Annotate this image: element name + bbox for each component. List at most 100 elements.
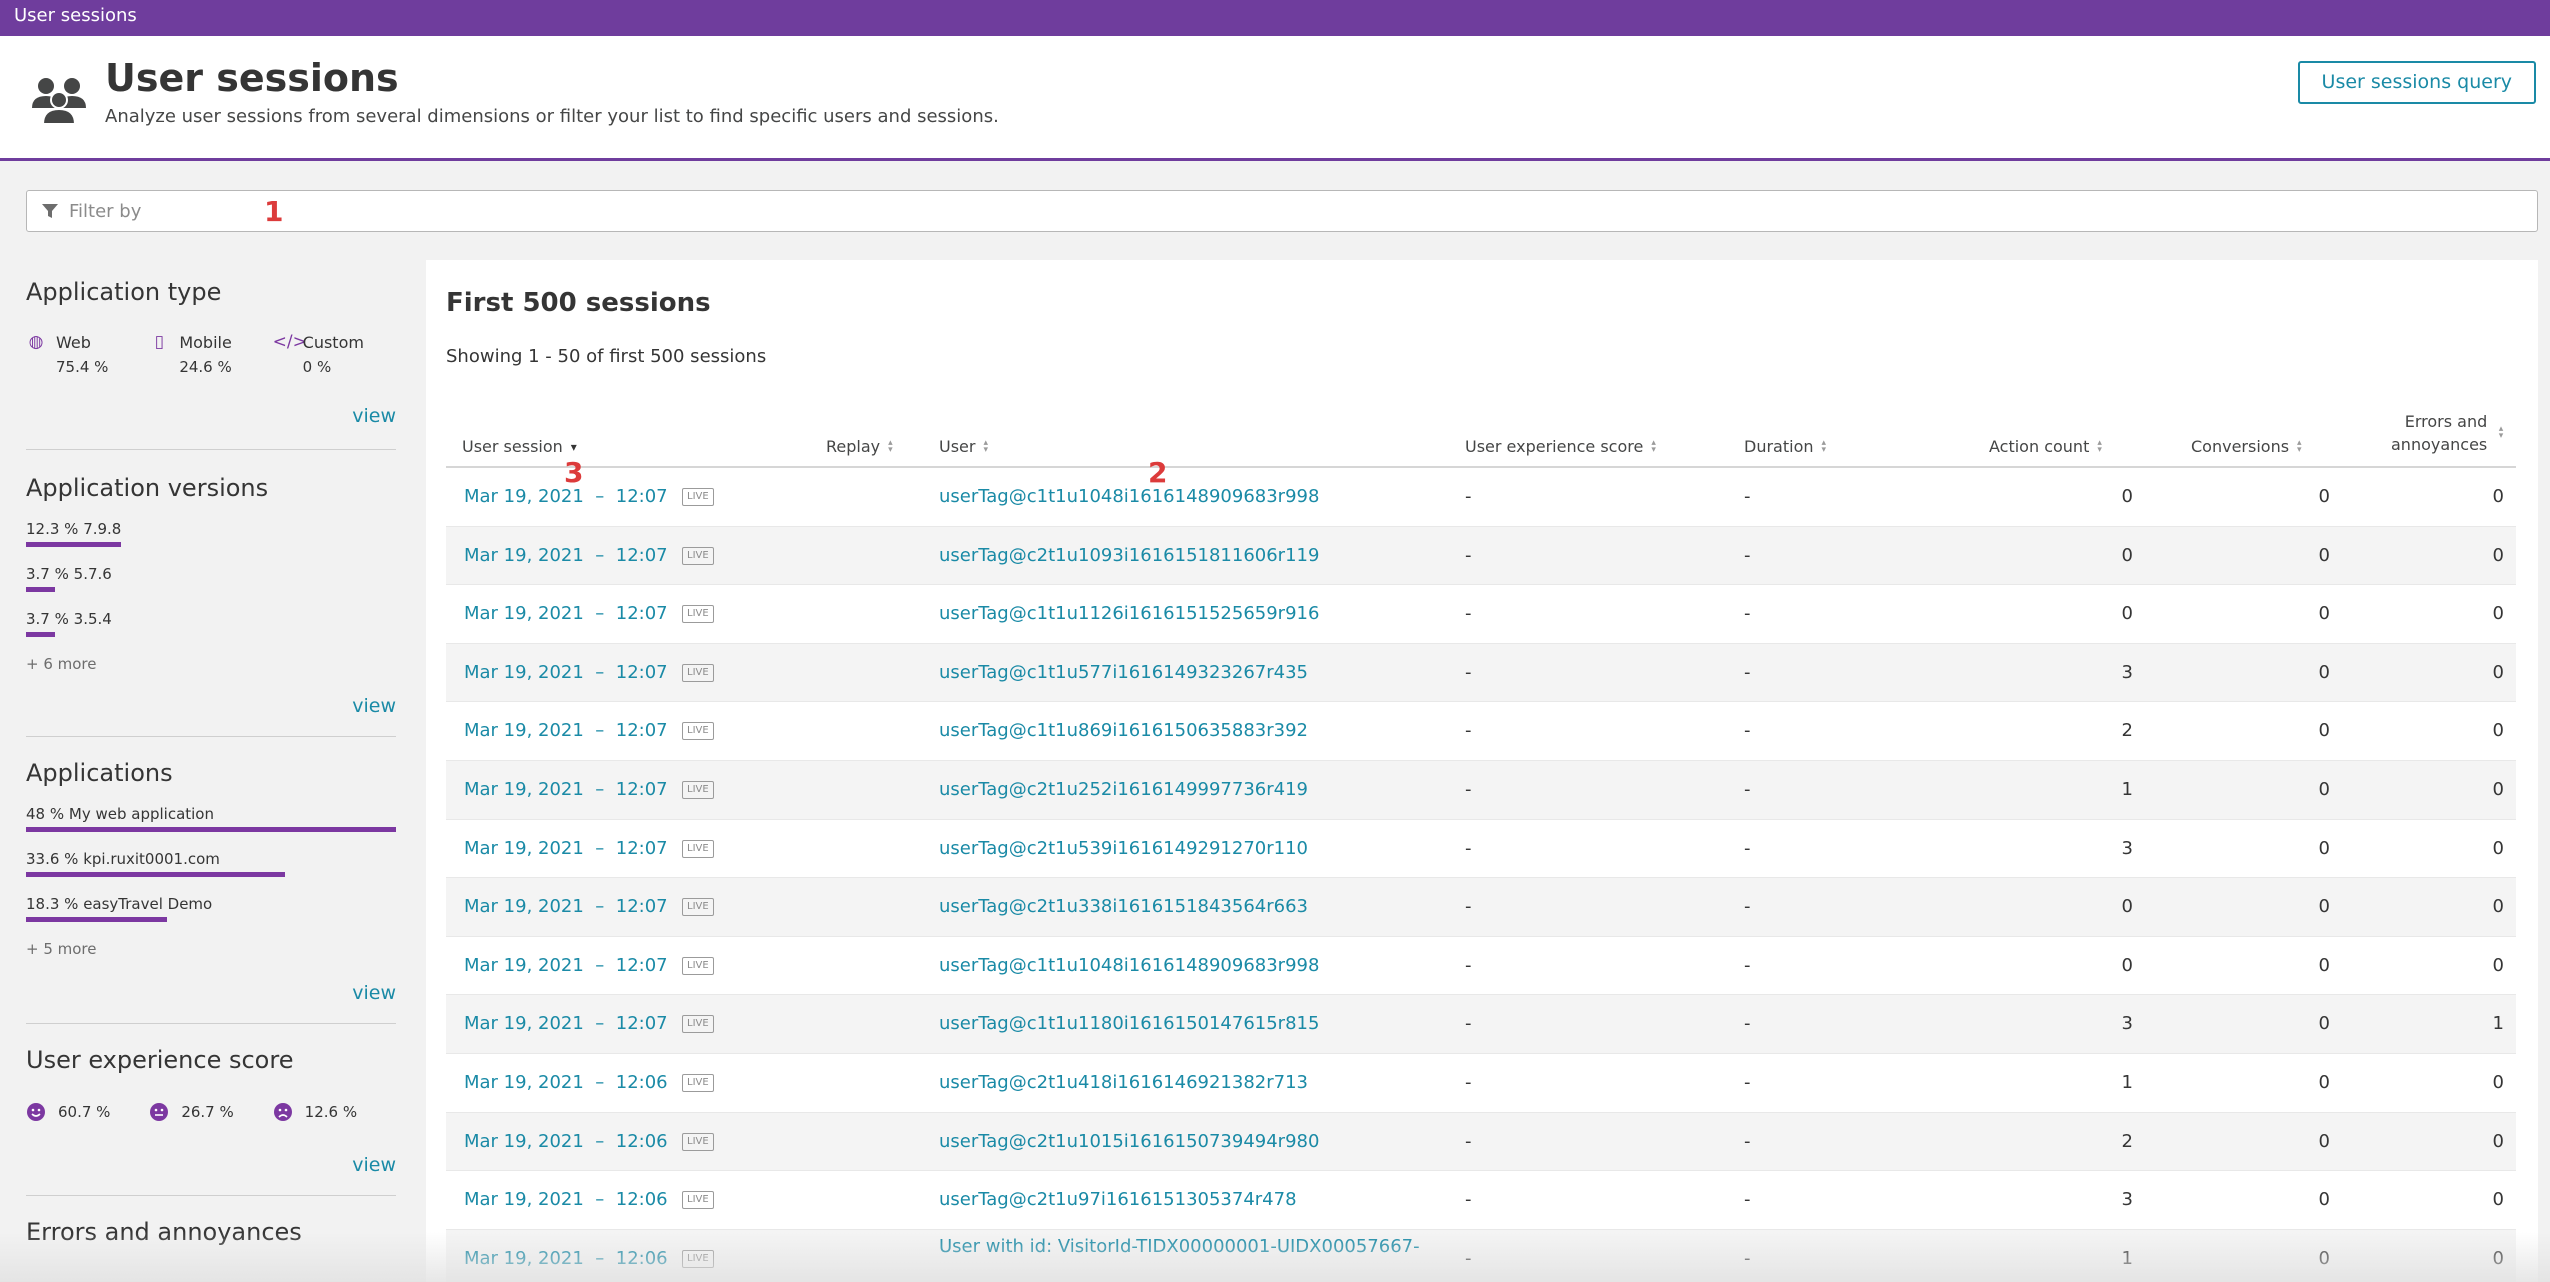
action-count-value: 0 bbox=[2121, 544, 2133, 566]
column-header-replay[interactable]: Replay ▴ ▾ bbox=[826, 437, 896, 456]
table-row[interactable]: Mar 19, 2021 – 12:07 LIVE userTag@c1t1u104… bbox=[446, 468, 2516, 527]
session-start-link[interactable]: Mar 19, 2021 – 12:07 bbox=[464, 779, 668, 800]
table-row[interactable]: Mar 19, 2021 – 12:07 LIVE userTag@c2t1u539… bbox=[446, 820, 2516, 879]
session-start-link[interactable]: Mar 19, 2021 – 12:06 bbox=[464, 1072, 668, 1093]
action-count-value: 1 bbox=[2121, 778, 2133, 800]
user-link[interactable]: userTag@c2t1u418i1616146921382r713 bbox=[939, 1072, 1308, 1093]
sort-icon: ▴ ▾ bbox=[2498, 424, 2504, 441]
conversions-value: 0 bbox=[2318, 1130, 2330, 1152]
versions-more-link[interactable]: + 6 more bbox=[26, 655, 396, 673]
live-badge: LIVE bbox=[682, 956, 714, 975]
application-item[interactable]: 18.3 % easyTravel Demo bbox=[26, 895, 396, 922]
version-item[interactable]: 3.7 % 3.5.4 bbox=[26, 610, 396, 637]
app-type-custom[interactable]: </> Custom 0 % bbox=[273, 332, 396, 376]
sort-icon: ▴ ▾ bbox=[1651, 437, 1656, 455]
session-start-link[interactable]: Mar 19, 2021 – 12:07 bbox=[464, 955, 668, 976]
errors-value: 1 bbox=[2492, 1013, 2504, 1035]
user-link[interactable]: userTag@c1t1u577i1616149323267r435 bbox=[939, 662, 1308, 683]
code-icon: </> bbox=[272, 332, 307, 352]
user-link[interactable]: userTag@c1t1u1180i1616150147615r815 bbox=[939, 1013, 1319, 1034]
live-badge: LIVE bbox=[682, 722, 714, 741]
applications-section: Applications 48 % My web application 33.… bbox=[26, 737, 396, 1024]
column-header-conversions[interactable]: Conversions ▴ ▾ bbox=[2191, 437, 2305, 456]
table-row[interactable]: Mar 19, 2021 – 12:07 LIVE userTag@c1t1u869… bbox=[446, 702, 2516, 761]
table-row[interactable]: Mar 19, 2021 – 12:06 LIVE userTag@c2t1u101… bbox=[446, 1112, 2516, 1172]
table-header: User session ▾ Replay ▴ ▾ User ▴ ▾ User exper… bbox=[446, 406, 2516, 468]
user-link[interactable]: userTag@c1t1u869i1616150635883r392 bbox=[939, 720, 1308, 741]
user-link[interactable]: userTag@c1t1u1126i1616151525659r916 bbox=[939, 603, 1319, 624]
duration-value: - bbox=[1744, 1013, 1751, 1035]
session-start-link[interactable]: Mar 19, 2021 – 12:07 bbox=[464, 838, 668, 859]
filter-bar[interactable] bbox=[26, 190, 2538, 232]
conversions-value: 0 bbox=[2318, 661, 2330, 683]
user-link[interactable]: userTag@c2t1u1093i1616151811606r119 bbox=[939, 545, 1319, 566]
application-type-section: Application type ◍ Web 75.4 % ▯ Mobile 24.… bbox=[26, 260, 396, 450]
ux-score-title: User experience score bbox=[26, 1046, 294, 1074]
user-link[interactable]: userTag@c2t1u97i1616151305374r478 bbox=[939, 1189, 1297, 1210]
ux-frustrated[interactable]: 12.6 % bbox=[273, 1102, 396, 1122]
session-start-link[interactable]: Mar 19, 2021 – 12:07 bbox=[464, 662, 668, 683]
session-start-link[interactable]: Mar 19, 2021 – 12:07 bbox=[464, 1013, 668, 1034]
user-link[interactable]: userTag@c2t1u252i1616149997736r419 bbox=[939, 779, 1308, 800]
filter-input[interactable] bbox=[69, 193, 2469, 229]
user-link[interactable]: userTag@c1t1u1048i1616148909683r998 bbox=[939, 955, 1319, 976]
user-link[interactable]: userTag@c2t1u539i1616149291270r110 bbox=[939, 838, 1308, 859]
application-item[interactable]: 33.6 % kpi.ruxit0001.com bbox=[26, 850, 396, 877]
applications-view-link[interactable]: view bbox=[352, 982, 396, 1004]
column-header-user[interactable]: User ▴ ▾ bbox=[939, 437, 991, 456]
sidebar: Application type ◍ Web 75.4 % ▯ Mobile 24.… bbox=[26, 260, 396, 1282]
duration-value: - bbox=[1744, 1071, 1751, 1093]
table-row[interactable]: Mar 19, 2021 – 12:07 LIVE userTag@c1t1u118… bbox=[446, 995, 2516, 1054]
table-row[interactable]: Mar 19, 2021 – 12:07 LIVE userTag@c2t1u338… bbox=[446, 878, 2516, 937]
session-start-link[interactable]: Mar 19, 2021 – 12:07 bbox=[464, 896, 668, 917]
live-badge: LIVE bbox=[682, 546, 714, 565]
ux-score-view-link[interactable]: view bbox=[352, 1154, 396, 1176]
session-start-link[interactable]: Mar 19, 2021 – 12:07 bbox=[464, 603, 668, 624]
user-link[interactable]: userTag@c1t1u1048i1616148909683r998 bbox=[939, 486, 1319, 507]
ux-satisfied[interactable]: 60.7 % bbox=[26, 1102, 149, 1122]
action-count-value: 3 bbox=[2121, 1013, 2133, 1035]
duration-value: - bbox=[1744, 896, 1751, 918]
column-header-duration[interactable]: Duration ▴ ▾ bbox=[1744, 437, 1830, 456]
duration-value: - bbox=[1744, 837, 1751, 859]
column-header-ux-score[interactable]: User experience score ▴ ▾ bbox=[1465, 437, 1659, 456]
app-type-web[interactable]: ◍ Web 75.4 % bbox=[26, 332, 149, 376]
application-type-view-link[interactable]: view bbox=[352, 405, 396, 427]
session-start-link[interactable]: Mar 19, 2021 – 12:07 bbox=[464, 486, 668, 507]
conversions-value: 0 bbox=[2318, 720, 2330, 742]
user-sessions-query-button[interactable]: User sessions query bbox=[2297, 61, 2536, 104]
user-link[interactable]: userTag@c2t1u1015i1616150739494r980 bbox=[939, 1131, 1319, 1152]
table-row[interactable]: Mar 19, 2021 – 12:07 LIVE userTag@c2t1u109… bbox=[446, 526, 2516, 586]
user-link[interactable]: userTag@c2t1u338i1616151843564r663 bbox=[939, 896, 1308, 917]
live-badge: LIVE bbox=[682, 488, 714, 506]
application-versions-view-link[interactable]: view bbox=[352, 695, 396, 717]
column-header-user-session[interactable]: User session ▾ bbox=[462, 437, 577, 456]
table-row[interactable]: Mar 19, 2021 – 12:07 LIVE userTag@c2t1u252… bbox=[446, 760, 2516, 820]
application-item[interactable]: 48 % My web application bbox=[26, 805, 396, 832]
table-row[interactable]: Mar 19, 2021 – 12:06 LIVE userTag@c2t1u418… bbox=[446, 1054, 2516, 1113]
conversions-value: 0 bbox=[2318, 1071, 2330, 1093]
table-row[interactable]: Mar 19, 2021 – 12:07 LIVE userTag@c1t1u104… bbox=[446, 937, 2516, 996]
version-item[interactable]: 12.3 % 7.9.8 bbox=[26, 520, 396, 547]
action-count-value: 3 bbox=[2121, 837, 2133, 859]
app-type-mobile[interactable]: ▯ Mobile 24.6 % bbox=[149, 332, 272, 376]
session-start-link[interactable]: Mar 19, 2021 – 12:07 bbox=[464, 720, 668, 741]
ux-score-value: - bbox=[1465, 778, 1472, 800]
table-row[interactable]: Mar 19, 2021 – 12:07 LIVE userTag@c1t1u577… bbox=[446, 643, 2516, 703]
ux-tolerating[interactable]: 26.7 % bbox=[149, 1102, 272, 1122]
session-start-link[interactable]: Mar 19, 2021 – 12:06 bbox=[464, 1131, 668, 1152]
live-badge: LIVE bbox=[682, 1191, 714, 1210]
applications-more-link[interactable]: + 5 more bbox=[26, 940, 396, 958]
duration-value: - bbox=[1744, 720, 1751, 742]
column-header-errors[interactable]: Errors and annoyances ▴ ▾ bbox=[2391, 410, 2503, 456]
live-badge: LIVE bbox=[682, 1015, 714, 1034]
action-count-value: 0 bbox=[2121, 486, 2133, 507]
conversions-value: 0 bbox=[2318, 603, 2330, 625]
session-start-link[interactable]: Mar 19, 2021 – 12:06 bbox=[464, 1189, 668, 1210]
table-row[interactable]: Mar 19, 2021 – 12:07 LIVE userTag@c1t1u112… bbox=[446, 585, 2516, 644]
column-header-action-count[interactable]: Action count ▴ ▾ bbox=[1989, 437, 2105, 456]
live-badge: LIVE bbox=[682, 1132, 714, 1151]
table-row[interactable]: Mar 19, 2021 – 12:06 LIVE userTag@c2t1u97i… bbox=[446, 1171, 2516, 1230]
session-start-link[interactable]: Mar 19, 2021 – 12:07 bbox=[464, 545, 668, 566]
version-item[interactable]: 3.7 % 5.7.6 bbox=[26, 565, 396, 592]
